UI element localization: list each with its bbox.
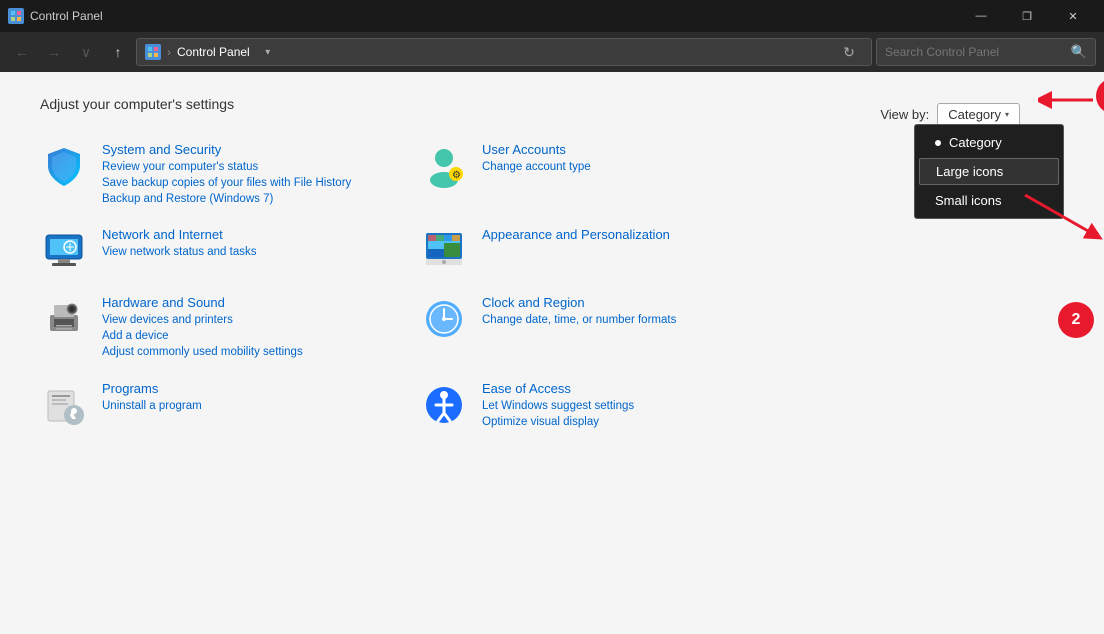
appearance-text: Appearance and Personalization: [482, 227, 800, 244]
hardware-title[interactable]: Hardware and Sound: [102, 295, 420, 310]
category-user-accounts: ⚙ User Accounts Change account type: [420, 132, 800, 217]
window-title: Control Panel: [30, 9, 958, 23]
arrow-2-svg: [1015, 185, 1104, 245]
address-bar: ← → ∨ ↑ › Control Panel ▾ ↻ 🔍: [0, 32, 1104, 72]
refresh-button[interactable]: ↻: [835, 38, 863, 66]
ease-access-icon: [420, 381, 468, 429]
network-title[interactable]: Network and Internet: [102, 227, 420, 242]
network-link-1[interactable]: View network status and tasks: [102, 244, 420, 260]
down-button[interactable]: ∨: [72, 38, 100, 66]
search-icon: 🔍: [1071, 44, 1087, 60]
user-accounts-title[interactable]: User Accounts: [482, 142, 800, 157]
system-security-title[interactable]: System and Security: [102, 142, 420, 157]
user-accounts-link-1[interactable]: Change account type: [482, 159, 800, 175]
view-by-label: View by:: [880, 107, 929, 122]
ease-access-text: Ease of Access Let Windows suggest setti…: [482, 381, 800, 430]
hardware-text: Hardware and Sound View devices and prin…: [102, 295, 420, 360]
clock-text: Clock and Region Change date, time, or n…: [482, 295, 800, 328]
search-box[interactable]: 🔍: [876, 38, 1096, 66]
category-programs: Programs Uninstall a program: [40, 371, 420, 440]
network-icon: [40, 227, 88, 275]
system-security-text: System and Security Review your computer…: [102, 142, 420, 207]
radio-dot: [935, 140, 941, 146]
window-controls: — ❐ ✕: [958, 0, 1096, 32]
dropdown-item-label: Small icons: [935, 193, 1001, 208]
programs-title[interactable]: Programs: [102, 381, 420, 396]
category-appearance: Appearance and Personalization: [420, 217, 800, 285]
title-bar: Control Panel — ❐ ✕: [0, 0, 1104, 32]
minimize-button[interactable]: —: [958, 0, 1004, 32]
ease-access-link-2[interactable]: Optimize visual display: [482, 414, 800, 430]
categories-grid: System and Security Review your computer…: [40, 132, 800, 440]
ease-access-link-1[interactable]: Let Windows suggest settings: [482, 398, 800, 414]
search-input[interactable]: [885, 45, 1067, 59]
system-security-link-1[interactable]: Review your computer's status: [102, 159, 420, 175]
up-button[interactable]: ↑: [104, 38, 132, 66]
user-accounts-icon: ⚙: [420, 142, 468, 190]
appearance-icon: [420, 227, 468, 275]
network-text: Network and Internet View network status…: [102, 227, 420, 260]
programs-icon: [40, 381, 88, 429]
app-icon: [8, 8, 24, 24]
address-path-bar[interactable]: › Control Panel ▾ ↻: [136, 38, 872, 66]
system-security-link-2[interactable]: Save backup copies of your files with Fi…: [102, 175, 420, 191]
path-icon: [145, 44, 161, 60]
category-clock-region: Clock and Region Change date, time, or n…: [420, 285, 800, 370]
dropdown-item-label: Category: [949, 135, 1002, 150]
view-by-caret-icon: ▾: [1005, 110, 1009, 119]
system-security-link-3[interactable]: Backup and Restore (Windows 7): [102, 191, 420, 207]
path-text: Control Panel: [177, 45, 250, 59]
clock-icon: [420, 295, 468, 343]
dropdown-item-category[interactable]: Category: [915, 129, 1063, 156]
restore-button[interactable]: ❐: [1004, 0, 1050, 32]
forward-button[interactable]: →: [40, 38, 68, 66]
clock-link-1[interactable]: Change date, time, or number formats: [482, 312, 800, 328]
category-network-internet: Network and Internet View network status…: [40, 217, 420, 285]
view-by-dropdown-menu[interactable]: Category Large icons Small icons: [914, 124, 1064, 219]
category-ease-access: Ease of Access Let Windows suggest setti…: [420, 371, 800, 440]
svg-text:⚙: ⚙: [452, 170, 461, 181]
system-security-icon: [40, 142, 88, 190]
main-content: Adjust your computer's settings View by:…: [0, 72, 1104, 634]
hardware-link-2[interactable]: Add a device: [102, 328, 420, 344]
hardware-link-1[interactable]: View devices and printers: [102, 312, 420, 328]
appearance-title[interactable]: Appearance and Personalization: [482, 227, 800, 242]
back-button[interactable]: ←: [8, 38, 36, 66]
annotation-2: 2: [1058, 302, 1094, 338]
category-system-security: System and Security Review your computer…: [40, 132, 420, 217]
category-hardware-sound: Hardware and Sound View devices and prin…: [40, 285, 420, 370]
path-separator: ›: [167, 45, 171, 59]
path-dropdown-button[interactable]: ▾: [256, 38, 280, 66]
user-accounts-text: User Accounts Change account type: [482, 142, 800, 175]
dropdown-item-label: Large icons: [936, 164, 1003, 179]
arrow-1-svg: [1038, 82, 1098, 118]
close-button[interactable]: ✕: [1050, 0, 1096, 32]
view-by-value: Category: [948, 107, 1001, 122]
ease-access-title[interactable]: Ease of Access: [482, 381, 800, 396]
hardware-link-3[interactable]: Adjust commonly used mobility settings: [102, 344, 420, 360]
dropdown-item-large-icons[interactable]: Large icons: [919, 158, 1059, 185]
programs-text: Programs Uninstall a program: [102, 381, 420, 414]
view-by-button[interactable]: Category ▾: [937, 103, 1020, 126]
programs-link-1[interactable]: Uninstall a program: [102, 398, 420, 414]
hardware-icon: [40, 295, 88, 343]
clock-title[interactable]: Clock and Region: [482, 295, 800, 310]
